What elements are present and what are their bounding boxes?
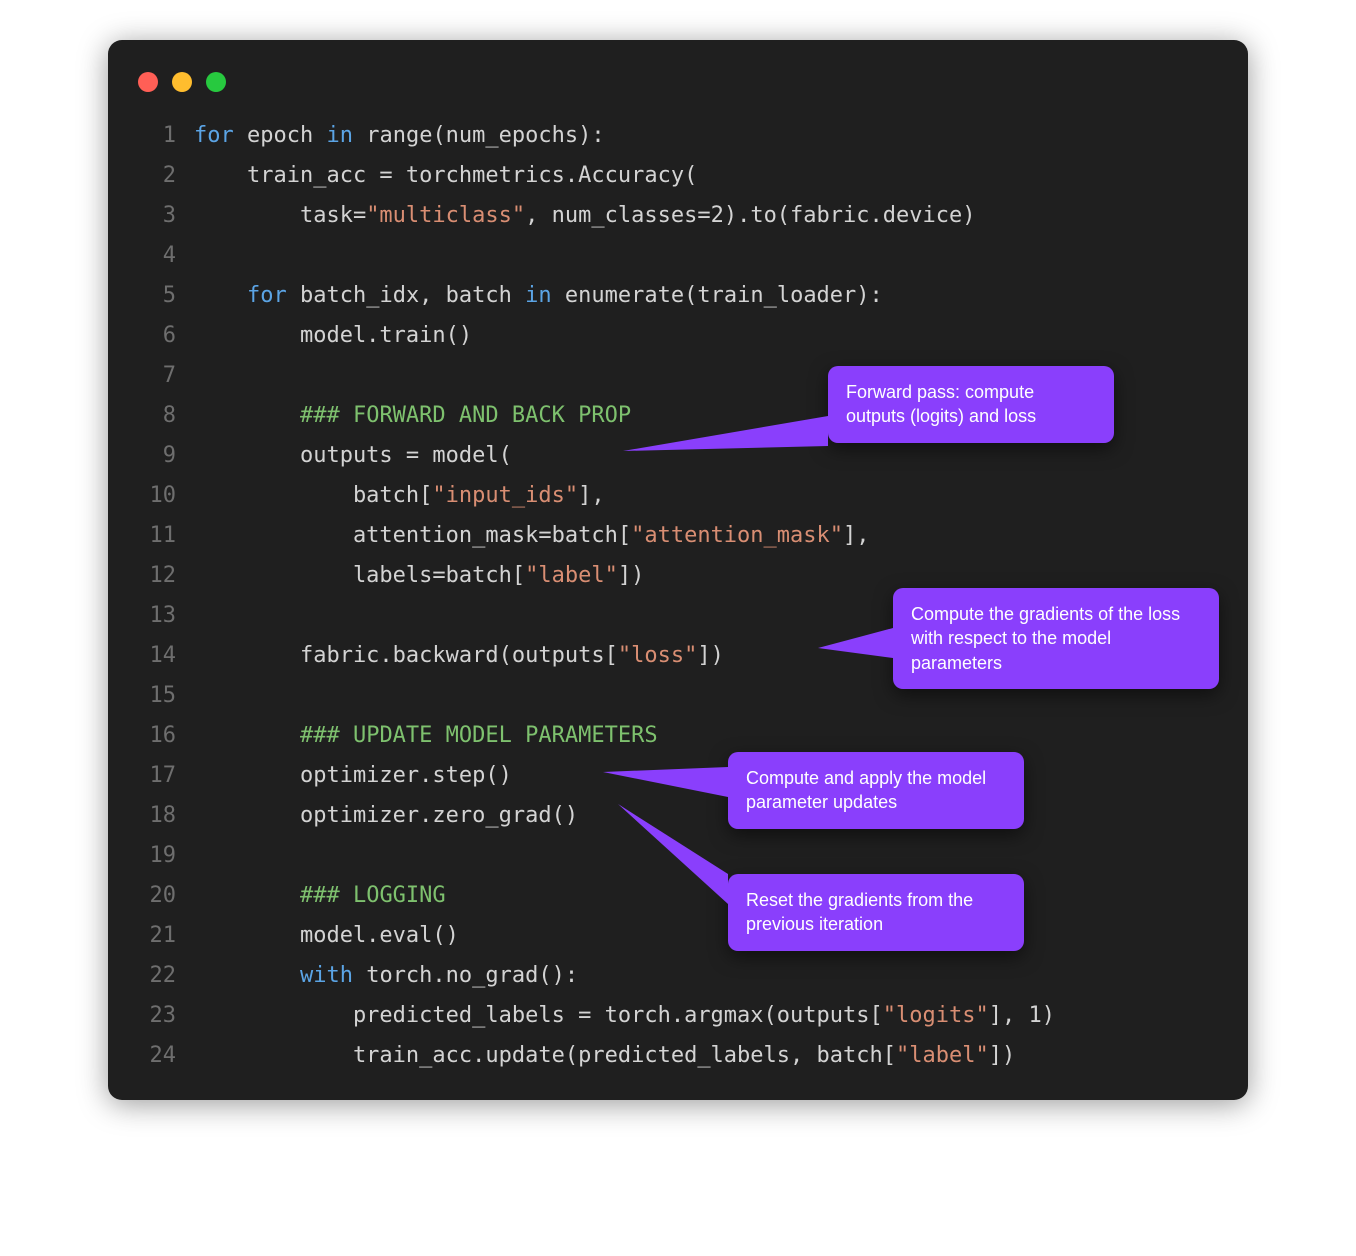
line-source — [194, 356, 207, 396]
line-source — [194, 236, 207, 276]
line-number: 9 — [128, 436, 194, 476]
line-source — [194, 596, 207, 636]
line-number: 5 — [128, 276, 194, 316]
code-line: 4 — [128, 236, 1218, 276]
line-source: ### FORWARD AND BACK PROP — [194, 396, 631, 436]
line-number: 3 — [128, 196, 194, 236]
window-titlebar — [128, 64, 1218, 116]
line-source — [194, 676, 207, 716]
line-number: 6 — [128, 316, 194, 356]
line-source: ### UPDATE MODEL PARAMETERS — [194, 716, 658, 756]
line-number: 24 — [128, 1036, 194, 1076]
line-source: attention_mask=batch["attention_mask"], — [194, 516, 870, 556]
line-number: 14 — [128, 636, 194, 676]
code-line: 22 with torch.no_grad(): — [128, 956, 1218, 996]
line-source: train_acc = torchmetrics.Accuracy( — [194, 156, 697, 196]
code-line: 6 model.train() — [128, 316, 1218, 356]
line-source: optimizer.step() — [194, 756, 512, 796]
line-source: task="multiclass", num_classes=2).to(fab… — [194, 196, 976, 236]
line-source: batch["input_ids"], — [194, 476, 605, 516]
code-line: 17 optimizer.step() — [128, 756, 1218, 796]
code-line: 3 task="multiclass", num_classes=2).to(f… — [128, 196, 1218, 236]
line-number: 11 — [128, 516, 194, 556]
code-line: 15 — [128, 676, 1218, 716]
line-number: 19 — [128, 836, 194, 876]
close-dot-icon[interactable] — [138, 72, 158, 92]
line-source: model.eval() — [194, 916, 459, 956]
line-source: with torch.no_grad(): — [194, 956, 578, 996]
line-source: fabric.backward(outputs["loss"]) — [194, 636, 724, 676]
code-line: 24 train_acc.update(predicted_labels, ba… — [128, 1036, 1218, 1076]
line-number: 17 — [128, 756, 194, 796]
line-number: 18 — [128, 796, 194, 836]
code-line: 10 batch["input_ids"], — [128, 476, 1218, 516]
line-number: 12 — [128, 556, 194, 596]
line-source: predicted_labels = torch.argmax(outputs[… — [194, 996, 1055, 1036]
line-source: outputs = model( — [194, 436, 512, 476]
code-line: 13 — [128, 596, 1218, 636]
code-line: 20 ### LOGGING — [128, 876, 1218, 916]
line-number: 22 — [128, 956, 194, 996]
line-source: train_acc.update(predicted_labels, batch… — [194, 1036, 1015, 1076]
code-line: 9 outputs = model( — [128, 436, 1218, 476]
line-number: 13 — [128, 596, 194, 636]
line-source: for batch_idx, batch in enumerate(train_… — [194, 276, 883, 316]
line-number: 4 — [128, 236, 194, 276]
line-number: 21 — [128, 916, 194, 956]
line-number: 23 — [128, 996, 194, 1036]
code-line: 23 predicted_labels = torch.argmax(outpu… — [128, 996, 1218, 1036]
line-source: labels=batch["label"]) — [194, 556, 644, 596]
code-line: 16 ### UPDATE MODEL PARAMETERS — [128, 716, 1218, 756]
line-number: 7 — [128, 356, 194, 396]
code-line: 11 attention_mask=batch["attention_mask"… — [128, 516, 1218, 556]
line-number: 2 — [128, 156, 194, 196]
line-number: 10 — [128, 476, 194, 516]
line-source: model.train() — [194, 316, 472, 356]
code-line: 5 for batch_idx, batch in enumerate(trai… — [128, 276, 1218, 316]
code-line: 8 ### FORWARD AND BACK PROP — [128, 396, 1218, 436]
code-line: 2 train_acc = torchmetrics.Accuracy( — [128, 156, 1218, 196]
line-number: 1 — [128, 116, 194, 156]
line-source: ### LOGGING — [194, 876, 446, 916]
code-window: 1for epoch in range(num_epochs):2 train_… — [108, 40, 1248, 1100]
line-number: 20 — [128, 876, 194, 916]
minimize-dot-icon[interactable] — [172, 72, 192, 92]
code-line: 19 — [128, 836, 1218, 876]
code-line: 7 — [128, 356, 1218, 396]
line-number: 16 — [128, 716, 194, 756]
line-source: for epoch in range(num_epochs): — [194, 116, 605, 156]
line-number: 15 — [128, 676, 194, 716]
code-line: 1for epoch in range(num_epochs): — [128, 116, 1218, 156]
code-line: 21 model.eval() — [128, 916, 1218, 956]
code-line: 12 labels=batch["label"]) — [128, 556, 1218, 596]
zoom-dot-icon[interactable] — [206, 72, 226, 92]
line-source: optimizer.zero_grad() — [194, 796, 578, 836]
code-area: 1for epoch in range(num_epochs):2 train_… — [128, 116, 1218, 1076]
line-source — [194, 836, 207, 876]
line-number: 8 — [128, 396, 194, 436]
code-line: 14 fabric.backward(outputs["loss"]) — [128, 636, 1218, 676]
code-line: 18 optimizer.zero_grad() — [128, 796, 1218, 836]
